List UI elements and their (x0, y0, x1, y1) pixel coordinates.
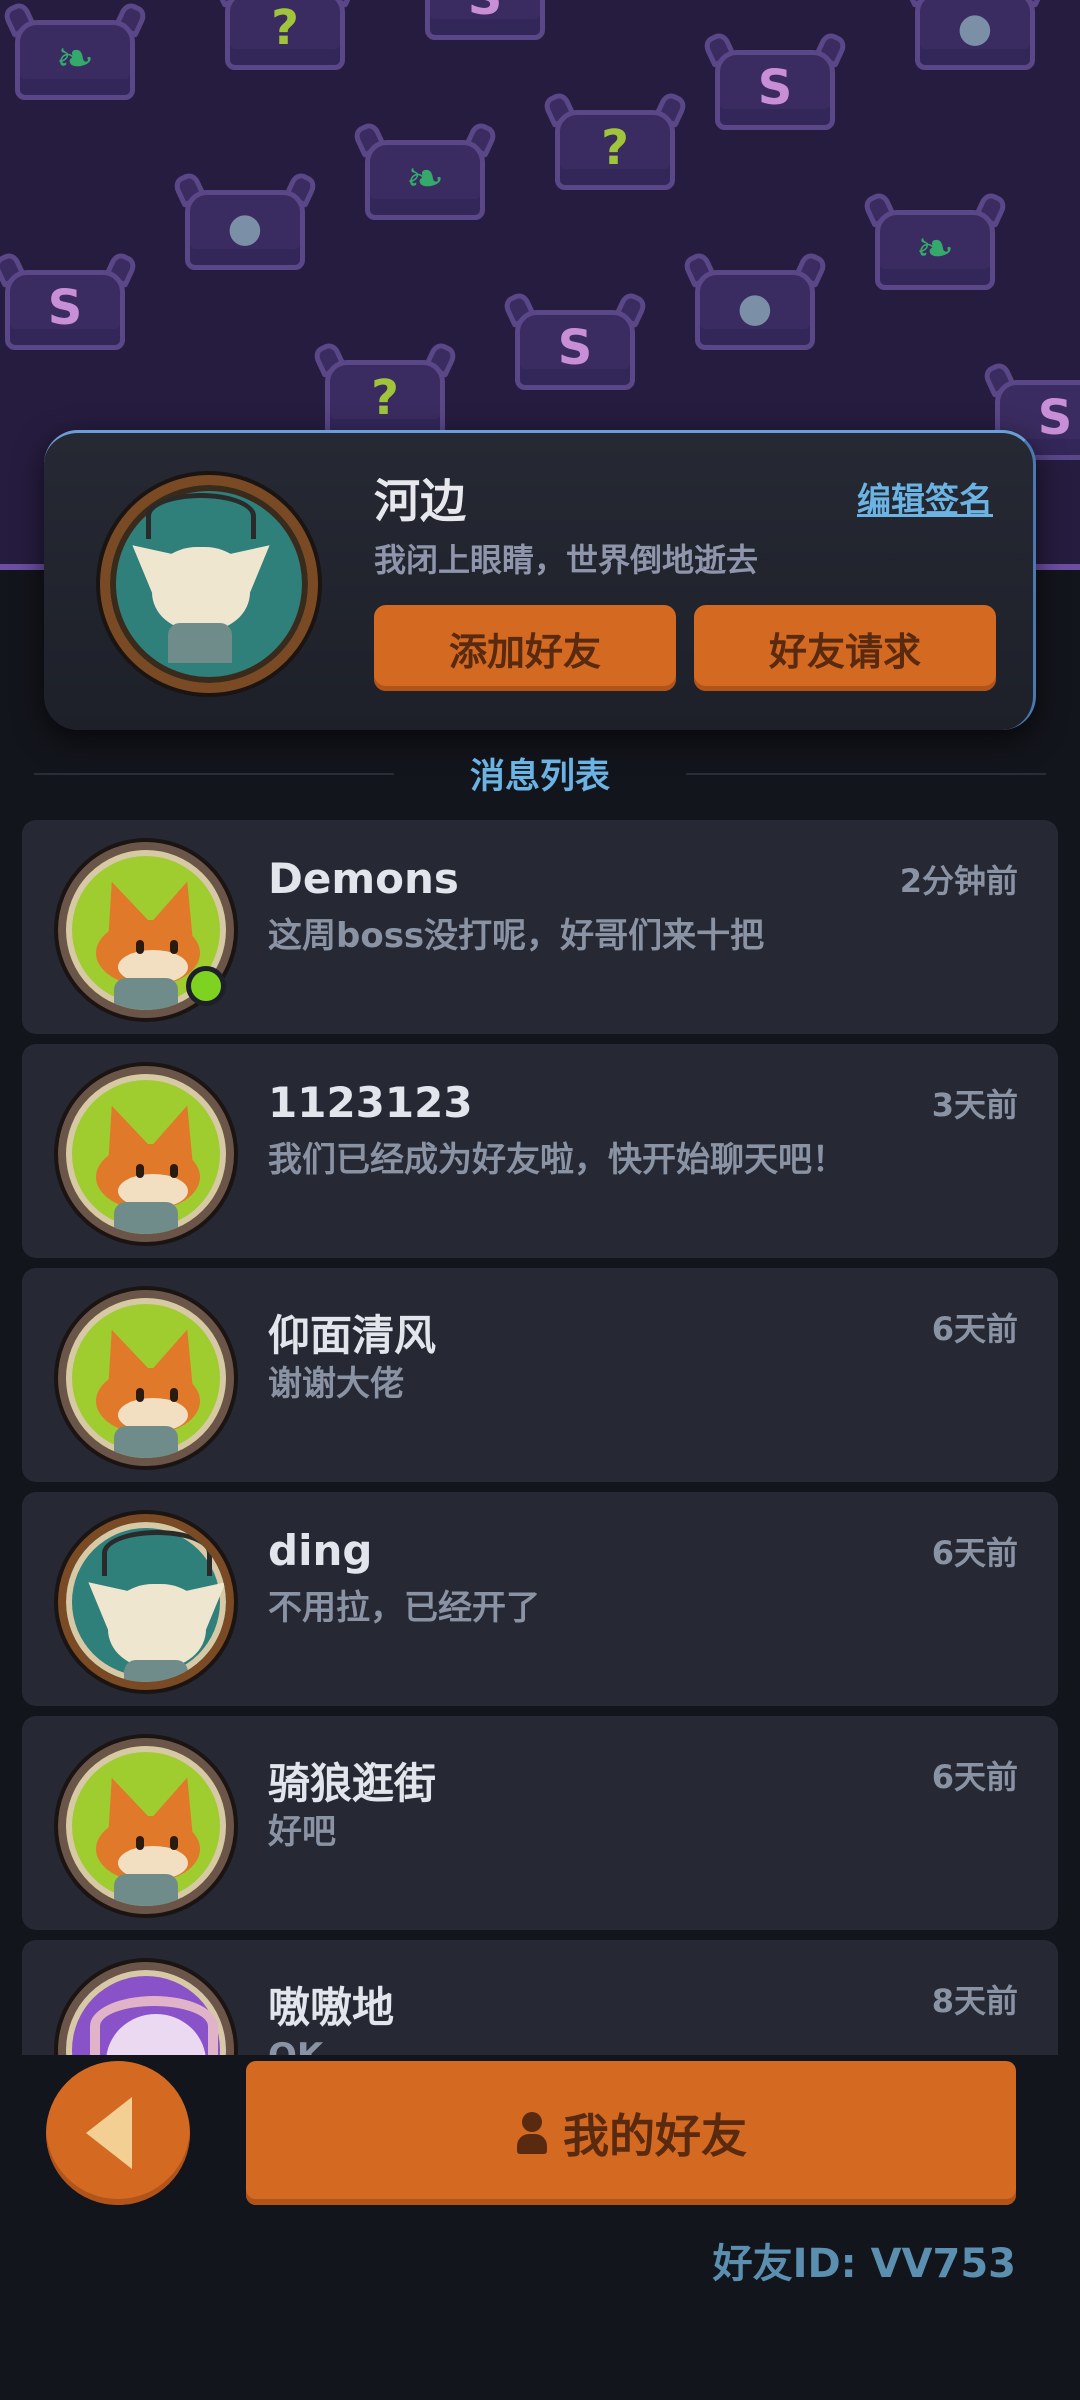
message-time: 6天前 (931, 1310, 1018, 1348)
contact-name: ding (268, 1526, 373, 1575)
message-preview: 好吧 (268, 1812, 336, 1852)
antler-icon (146, 493, 256, 539)
cat-face-icon (152, 547, 250, 631)
list-item[interactable]: Demons 这周boss没打呢，好哥们来十把 2分钟前 (22, 820, 1058, 1034)
chest-s-icon: S (500, 280, 650, 400)
back-button[interactable] (46, 2061, 190, 2205)
profile-avatar[interactable] (100, 475, 318, 693)
message-time: 3天前 (931, 1086, 1018, 1124)
chest-orb-icon: ● (900, 0, 1050, 80)
message-preview: 我们已经成为好友啦，快开始聊天吧！ (268, 1140, 846, 1180)
friend-id: 好友ID: VV753 (712, 2241, 1016, 2287)
message-time: 6天前 (931, 1534, 1018, 1572)
message-preview: OK (268, 2032, 848, 2055)
list-item[interactable]: ding 不用拉，已经开了 6天前 (22, 1492, 1058, 1706)
message-time: 2分钟前 (899, 862, 1018, 900)
list-item[interactable]: 嗷嗷地 OK 8天前 (22, 1940, 1058, 2055)
chest-leaf-icon: ❧ (0, 0, 150, 110)
chest-question-icon: ? (540, 80, 690, 200)
friend-requests-button[interactable]: 好友请求 (694, 605, 996, 691)
my-friends-label: 我的好友 (563, 2109, 747, 2163)
my-friends-button[interactable]: 我的好友 (246, 2061, 1016, 2205)
profile-card: 河边 我闭上眼睛，世界倒地逝去 编辑签名 添加好友 好友请求 (44, 430, 1036, 730)
chest-leaf-icon: ❧ (350, 110, 500, 230)
antler-cat-avatar-icon (58, 1514, 234, 1690)
chest-s-icon: S (0, 240, 140, 360)
chest-s-icon: S (410, 0, 560, 50)
chest-leaf-icon: ❧ (860, 180, 1010, 300)
message-preview: 谢谢大佬 (268, 1364, 404, 1404)
contact-name: 嗷嗷地 (268, 1983, 395, 2032)
contact-name: 仰面清风 (268, 1311, 437, 1360)
message-time: 6天前 (931, 1758, 1018, 1796)
profile-signature: 我闭上眼睛，世界倒地逝去 (374, 541, 759, 579)
online-status-icon (186, 966, 226, 1006)
bottom-bar: 我的好友 好友ID: VV753 (0, 2055, 1080, 2400)
friends-screen: ❧ ? S S ● ● ❧ ? ❧ S S ● ? S 河边 我闭上眼睛，世界倒… (0, 0, 1080, 2400)
fox-avatar-icon (58, 1066, 234, 1242)
list-item[interactable]: 仰面清风 谢谢大佬 6天前 (22, 1268, 1058, 1482)
list-item[interactable]: 1123123 我们已经成为好友啦，快开始聊天吧！ 3天前 (22, 1044, 1058, 1258)
contact-name: Demons (268, 854, 459, 903)
fox-avatar-icon (58, 1738, 234, 1914)
divider (686, 773, 1046, 775)
contact-name: 骑狼逛街 (268, 1759, 437, 1808)
profile-name: 河边 (374, 474, 466, 528)
add-friend-button[interactable]: 添加好友 (374, 605, 676, 691)
fox-avatar-icon (58, 1290, 234, 1466)
contact-name: 1123123 (268, 1078, 473, 1127)
person-icon (515, 2112, 549, 2154)
edit-signature-link[interactable]: 编辑签名 (857, 473, 993, 522)
message-time: 8天前 (931, 1982, 1018, 2020)
chest-s-icon: S (700, 20, 850, 140)
message-list[interactable]: Demons 这周boss没打呢，好哥们来十把 2分钟前 1123123 我们已… (22, 820, 1058, 2055)
horned-goat-avatar-icon (58, 1962, 234, 2055)
back-arrow-icon (86, 2097, 132, 2169)
chest-orb-icon: ● (680, 240, 830, 360)
message-preview: 这周boss没打呢，好哥们来十把 (268, 916, 765, 956)
chest-question-icon: ? (210, 0, 360, 80)
list-item[interactable]: 骑狼逛街 好吧 6天前 (22, 1716, 1058, 1930)
message-preview: 不用拉，已经开了 (268, 1588, 540, 1628)
chest-orb-icon: ● (170, 160, 320, 280)
